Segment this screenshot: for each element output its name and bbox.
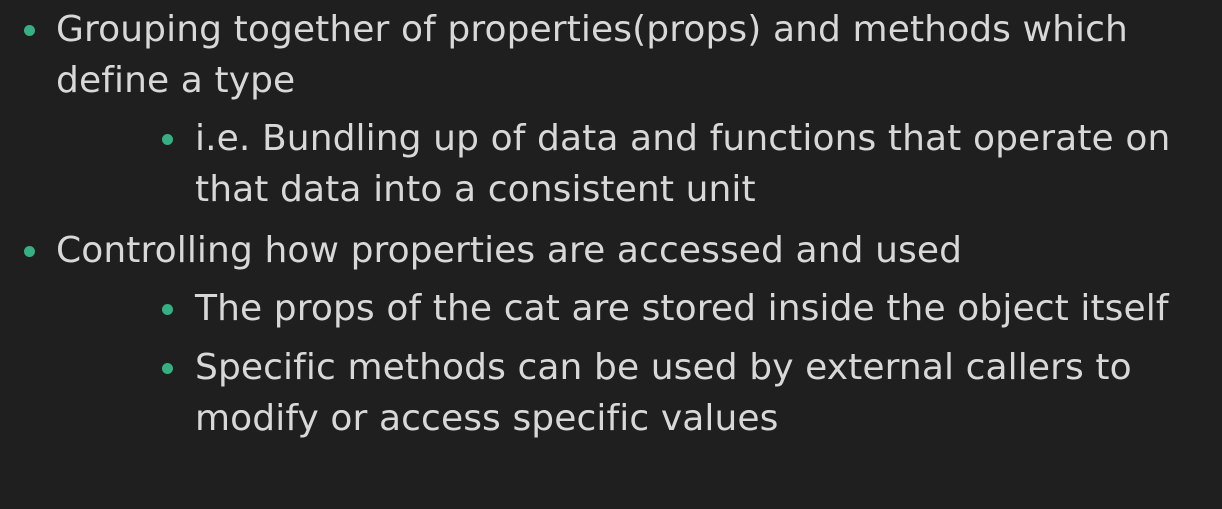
- bullet-dot-icon: [162, 304, 173, 315]
- bullet-item-controlling: Controlling how properties are accessed …: [0, 225, 1222, 444]
- bullet-text-line: modify or access specific values: [195, 398, 779, 439]
- bullet-dot-icon: [24, 246, 35, 257]
- sub-bullet-item-props-stored: The props of the cat are stored inside t…: [56, 283, 1222, 334]
- bullet-text-line: The props of the cat are stored inside t…: [195, 288, 1169, 329]
- bullet-item-grouping: Grouping together of properties(props) a…: [0, 4, 1222, 215]
- bullet-text-line: Grouping together of properties(props) a…: [56, 9, 1128, 50]
- sub-bullet-list: i.e. Bundling up of data and functions t…: [56, 113, 1222, 215]
- bullet-dot-icon: [162, 363, 173, 374]
- slide: Grouping together of properties(props) a…: [0, 0, 1222, 509]
- sub-bullet-item-specific-methods: Specific methods can be used by external…: [56, 342, 1222, 444]
- sub-bullet-item-bundling: i.e. Bundling up of data and functions t…: [56, 113, 1222, 215]
- bullet-list: Grouping together of properties(props) a…: [0, 4, 1222, 444]
- bullet-text-line: Specific methods can be used by external…: [195, 347, 1132, 388]
- bullet-text-line: define a type: [56, 60, 296, 101]
- bullet-text-line: that data into a consistent unit: [195, 169, 756, 210]
- bullet-dot-icon: [162, 134, 173, 145]
- bullet-text-line: Controlling how properties are accessed …: [56, 230, 963, 271]
- bullet-text-line: i.e. Bundling up of data and functions t…: [195, 118, 1171, 159]
- bullet-dot-icon: [24, 25, 35, 36]
- sub-bullet-list: The props of the cat are stored inside t…: [56, 283, 1222, 444]
